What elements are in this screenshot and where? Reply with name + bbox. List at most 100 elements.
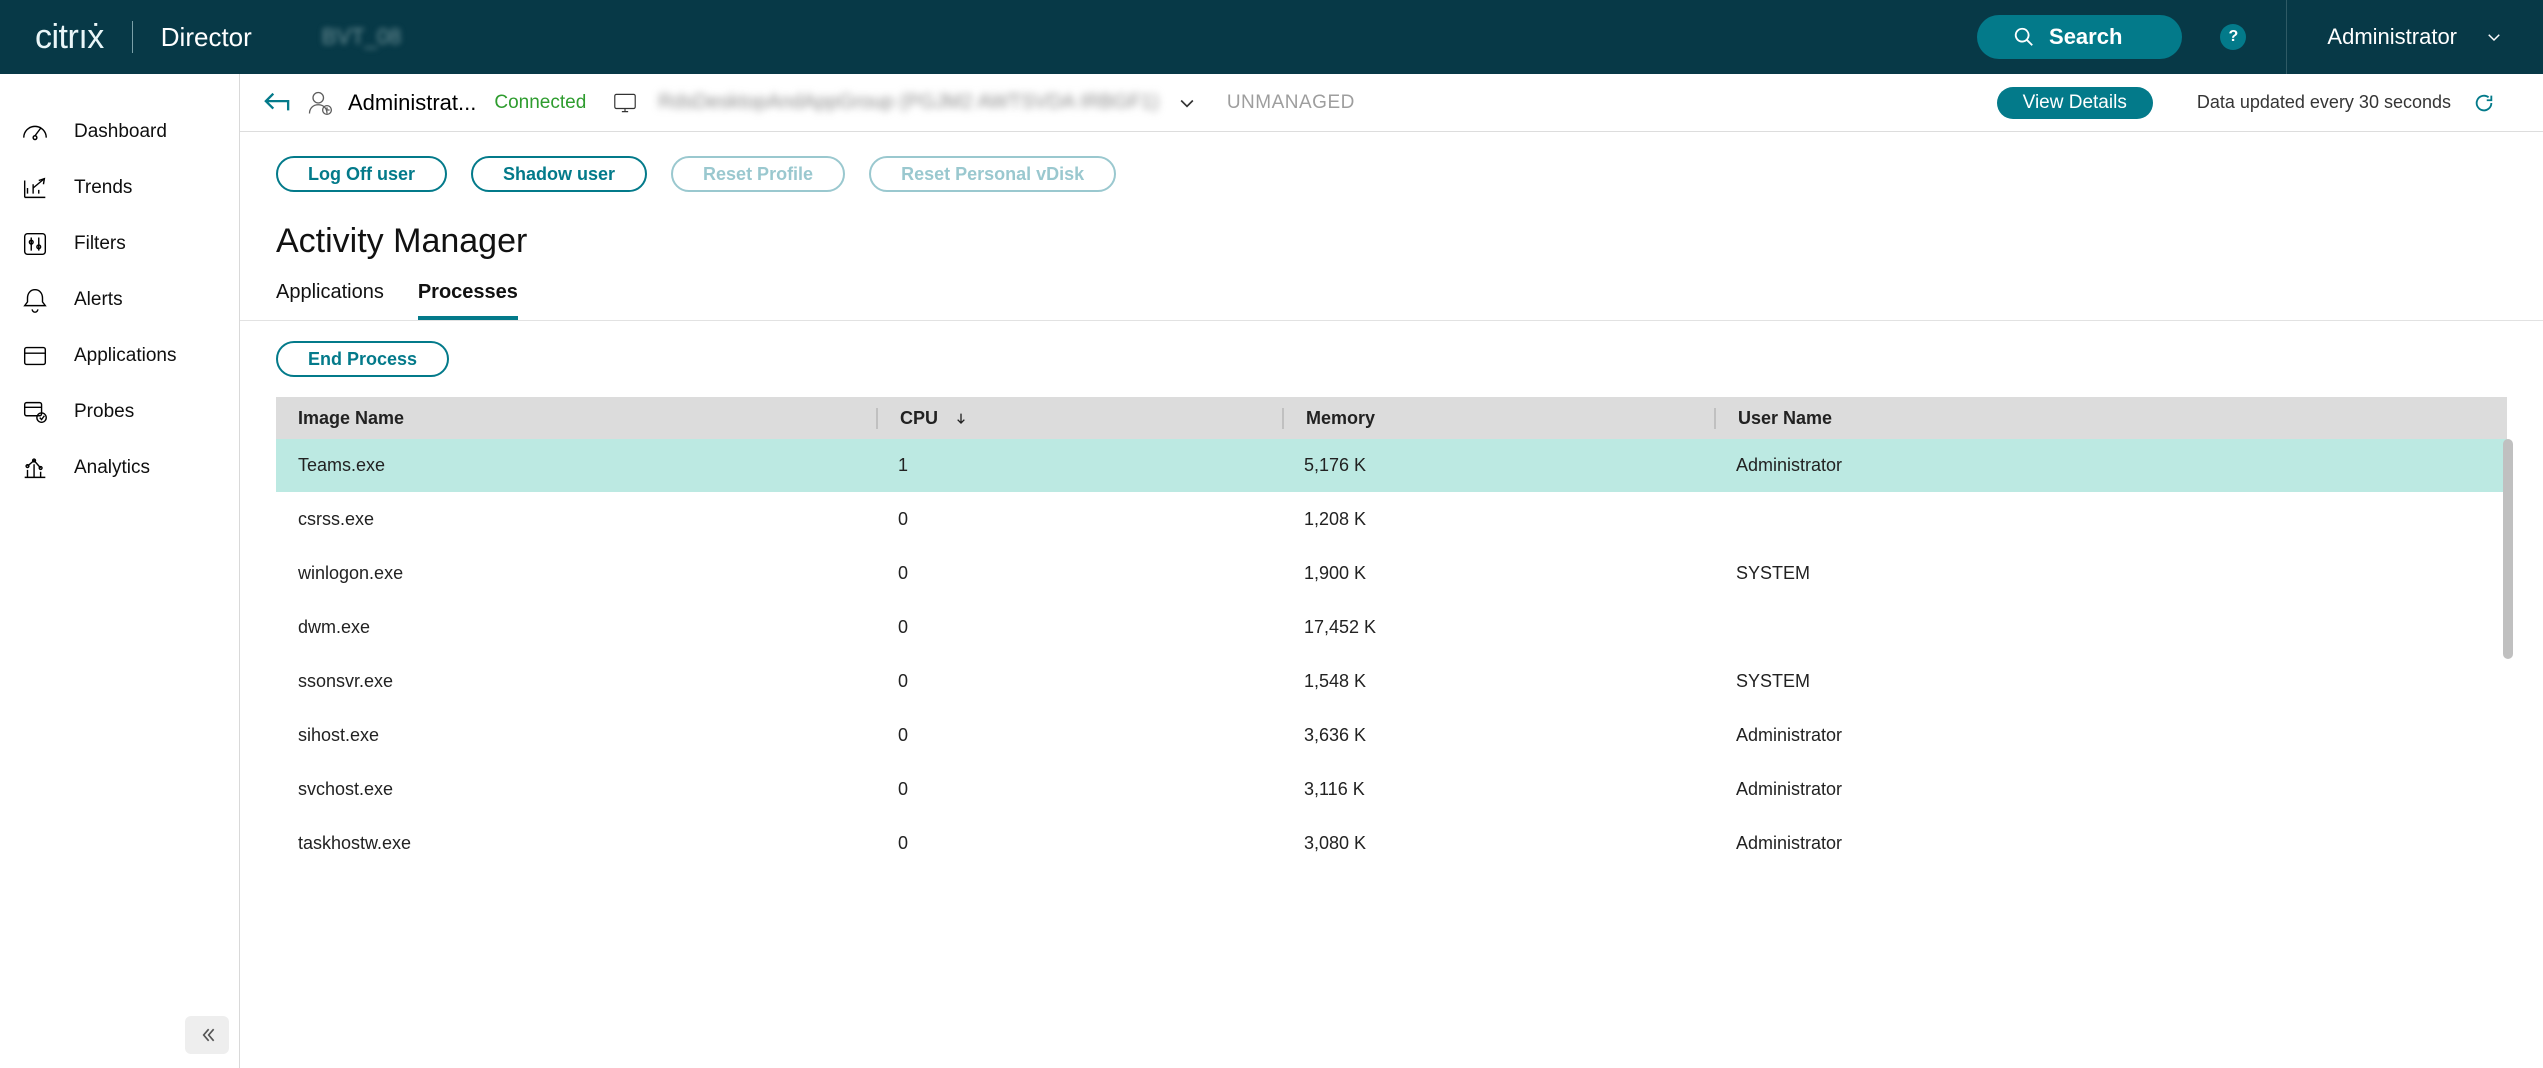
help-button[interactable]: ?	[2220, 24, 2246, 50]
reset-profile-button: Reset Profile	[671, 156, 845, 192]
trends-icon	[20, 173, 50, 203]
cell-image: winlogon.exe	[276, 563, 876, 584]
sidebar-collapse[interactable]	[185, 1016, 229, 1054]
table-row[interactable]: sihost.exe03,636 KAdministrator	[276, 709, 2507, 763]
cell-image: svchost.exe	[276, 779, 876, 800]
session-user: Administrat...	[348, 90, 476, 116]
tab-processes[interactable]: Processes	[418, 281, 518, 320]
cell-memory: 1,900 K	[1282, 563, 1714, 584]
sidebar-item-label: Applications	[74, 345, 176, 367]
cell-memory: 3,080 K	[1282, 833, 1714, 854]
cell-image: dwm.exe	[276, 617, 876, 638]
col-user[interactable]: User Name	[1714, 408, 2507, 429]
probes-icon	[20, 397, 50, 427]
table-row[interactable]: winlogon.exe01,900 KSYSTEM	[276, 547, 2507, 601]
sidebar-item-label: Alerts	[74, 289, 123, 311]
cell-user: Administrator	[1714, 779, 2507, 800]
cell-user: Administrator	[1714, 833, 2507, 854]
sidebar-item-analytics[interactable]: Analytics	[0, 440, 239, 496]
filters-icon	[20, 229, 50, 259]
tenant-blur: BVT_08	[322, 24, 402, 50]
sidebar-item-alerts[interactable]: Alerts	[0, 272, 239, 328]
alerts-icon	[20, 285, 50, 315]
managed-state: UNMANAGED	[1227, 92, 1355, 114]
process-table: Image Name CPU Memory User Name Teams.ex…	[276, 397, 2507, 871]
context-ribbon: Administrat... Connected RdsDesktopAndAp…	[240, 74, 2543, 132]
sidebar-item-label: Dashboard	[74, 121, 167, 143]
end-process-button[interactable]: End Process	[276, 341, 449, 377]
back-button[interactable]	[262, 90, 292, 116]
cell-user: SYSTEM	[1714, 671, 2507, 692]
cell-image: sihost.exe	[276, 725, 876, 746]
monitor-icon	[600, 92, 638, 114]
table-row[interactable]: csrss.exe01,208 K	[276, 493, 2507, 547]
table-row[interactable]: taskhostw.exe03,080 KAdministrator	[276, 817, 2507, 871]
cell-memory: 3,116 K	[1282, 779, 1714, 800]
reset-pvd-button: Reset Personal vDisk	[869, 156, 1116, 192]
cell-memory: 1,208 K	[1282, 509, 1714, 530]
brand-divider	[132, 21, 133, 53]
tab-applications[interactable]: Applications	[276, 281, 384, 320]
tabs: Applications Processes	[240, 265, 2543, 321]
cell-image: csrss.exe	[276, 509, 876, 530]
sidebar-item-label: Analytics	[74, 457, 150, 479]
sidebar-item-label: Probes	[74, 401, 134, 423]
cell-user: Administrator	[1714, 455, 2507, 476]
user-icon	[306, 89, 334, 117]
brand-box: citrıẋ Director	[0, 0, 292, 74]
cell-cpu: 0	[876, 563, 1282, 584]
col-cpu[interactable]: CPU	[876, 408, 1282, 429]
scrollbar[interactable]	[2503, 439, 2513, 659]
logoff-button[interactable]: Log Off user	[276, 156, 447, 192]
cell-image: ssonsvr.exe	[276, 671, 876, 692]
current-user: Administrator	[2327, 24, 2457, 50]
sidebar-item-label: Filters	[74, 233, 126, 255]
refresh-button[interactable]	[2473, 92, 2495, 114]
sort-desc-icon	[953, 411, 969, 427]
search-button[interactable]: Search	[1977, 15, 2182, 59]
table-row[interactable]: Teams.exe15,176 KAdministrator	[276, 439, 2507, 493]
sidebar-item-trends[interactable]: Trends	[0, 160, 239, 216]
search-icon	[2013, 26, 2035, 48]
update-interval: Data updated every 30 seconds	[2197, 92, 2451, 113]
applications-icon	[20, 341, 50, 371]
cell-memory: 3,636 K	[1282, 725, 1714, 746]
cell-cpu: 0	[876, 779, 1282, 800]
session-status: Connected	[494, 92, 586, 114]
sidebar-item-filters[interactable]: Filters	[0, 216, 239, 272]
sidebar-item-dashboard[interactable]: Dashboard	[0, 104, 239, 160]
cell-memory: 1,548 K	[1282, 671, 1714, 692]
session-actions: Log Off user Shadow user Reset Profile R…	[240, 132, 2543, 216]
cell-cpu: 1	[876, 455, 1282, 476]
topbar: citrıẋ Director BVT_08 Search ? Administ…	[0, 0, 2543, 74]
brand-logo: citrıẋ	[35, 18, 104, 57]
chevron-left-icon	[197, 1025, 217, 1045]
table-row[interactable]: dwm.exe017,452 K	[276, 601, 2507, 655]
table-header: Image Name CPU Memory User Name	[276, 397, 2507, 439]
dashboard-icon	[20, 117, 50, 147]
cell-cpu: 0	[876, 509, 1282, 530]
cell-cpu: 0	[876, 725, 1282, 746]
cell-image: Teams.exe	[276, 455, 876, 476]
col-cpu-label: CPU	[900, 408, 938, 428]
user-menu[interactable]: Administrator	[2286, 0, 2543, 74]
sidebar-item-applications[interactable]: Applications	[0, 328, 239, 384]
table-row[interactable]: svchost.exe03,116 KAdministrator	[276, 763, 2507, 817]
resource-chevron[interactable]	[1177, 93, 1197, 113]
table-row[interactable]: ssonsvr.exe01,548 KSYSTEM	[276, 655, 2507, 709]
shadow-button[interactable]: Shadow user	[471, 156, 647, 192]
view-details-button[interactable]: View Details	[1997, 87, 2153, 119]
col-image[interactable]: Image Name	[276, 408, 876, 429]
cell-user: SYSTEM	[1714, 563, 2507, 584]
resource-name-blur: RdsDesktopAndAppGroup (PGJM2 AWTSVDA IRB…	[658, 91, 1159, 114]
analytics-icon	[20, 453, 50, 483]
sidebar-item-probes[interactable]: Probes	[0, 384, 239, 440]
main: Administrat... Connected RdsDesktopAndAp…	[240, 74, 2543, 1068]
col-memory[interactable]: Memory	[1282, 408, 1714, 429]
cell-image: taskhostw.exe	[276, 833, 876, 854]
page-title: Activity Manager	[240, 216, 2543, 261]
search-label: Search	[2049, 24, 2122, 50]
cell-cpu: 0	[876, 671, 1282, 692]
cell-cpu: 0	[876, 833, 1282, 854]
sidebar: Dashboard Trends Filters Alerts Applicat…	[0, 74, 240, 1068]
